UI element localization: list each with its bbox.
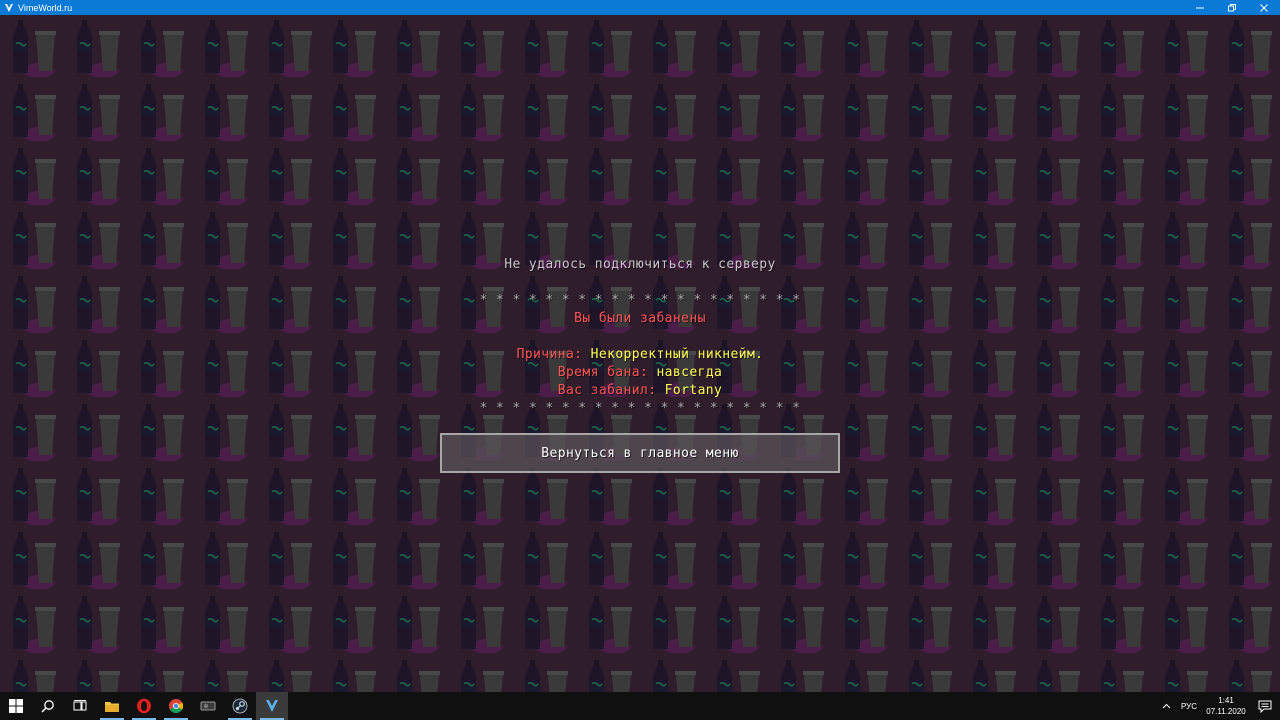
- file-explorer-icon[interactable]: [96, 692, 128, 720]
- minimize-button[interactable]: [1184, 0, 1216, 15]
- ban-reason-label: Причина:: [516, 347, 591, 362]
- search-icon[interactable]: [32, 692, 64, 720]
- return-to-main-menu-button[interactable]: Вернуться в главное меню: [440, 433, 840, 473]
- chevron-up-icon[interactable]: [1157, 692, 1176, 720]
- window-titlebar[interactable]: VimeWorld.ru: [0, 0, 1280, 15]
- ban-reason-value: Некорректный никнейм.: [590, 347, 764, 362]
- clock-time: 1:41: [1218, 696, 1234, 705]
- ban-duration-label: Время бана:: [557, 365, 657, 380]
- chrome-icon[interactable]: [160, 692, 192, 720]
- separator-top: * * * * * * * * * * * * * * * * * * * *: [479, 293, 801, 308]
- game-viewport: Не удалось подключиться к серверу * * * …: [0, 15, 1280, 692]
- gpu-app-icon[interactable]: [192, 692, 224, 720]
- notifications-icon[interactable]: [1250, 692, 1280, 720]
- clock[interactable]: 1:41 07.11.2020: [1202, 692, 1250, 720]
- system-tray: РУС 1:41 07.11.2020: [1157, 692, 1280, 720]
- steam-icon[interactable]: [224, 692, 256, 720]
- close-button[interactable]: [1248, 0, 1280, 15]
- ban-duration-value: навсегда: [656, 365, 723, 380]
- vimeworld-taskbar-icon[interactable]: [256, 692, 288, 720]
- connection-error-heading: Не удалось подключиться к серверу: [504, 257, 776, 272]
- window-title: VimeWorld.ru: [18, 2, 73, 13]
- windows-taskbar: РУС 1:41 07.11.2020: [0, 692, 1280, 720]
- language-indicator[interactable]: РУС: [1176, 692, 1202, 720]
- ban-reason-line: Причина: Некорректный никнейм.: [0, 346, 1280, 363]
- opera-icon[interactable]: [128, 692, 160, 720]
- task-view-icon[interactable]: [64, 692, 96, 720]
- banned-by-line: Вас забанил: Fortany: [0, 382, 1280, 399]
- banned-by-label: Вас забанил:: [557, 383, 665, 398]
- vimeworld-app-icon: [4, 3, 14, 13]
- clock-date: 07.11.2020: [1206, 707, 1246, 716]
- restore-button[interactable]: [1216, 0, 1248, 15]
- windows-start-icon[interactable]: [0, 692, 32, 720]
- banned-by-value: Fortany: [664, 383, 723, 398]
- ban-title: Вы были забанены: [574, 311, 706, 326]
- separator-bottom: * * * * * * * * * * * * * * * * * * * *: [479, 401, 801, 416]
- ban-duration-line: Время бана: навсегда: [0, 364, 1280, 381]
